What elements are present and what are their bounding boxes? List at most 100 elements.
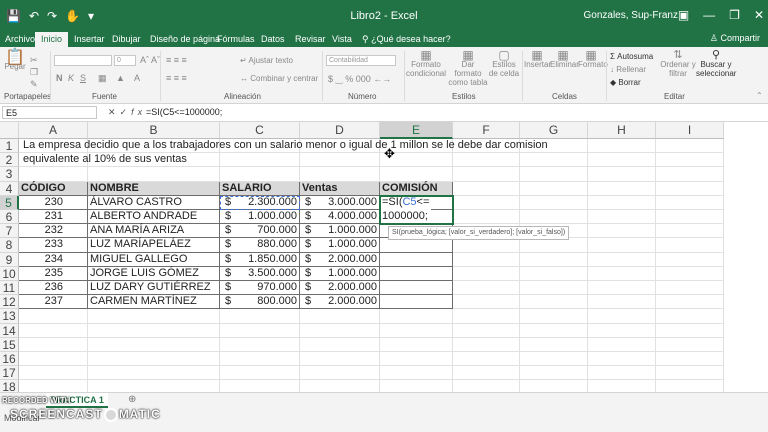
- grid-cell[interactable]: [656, 252, 724, 267]
- grid-cell[interactable]: [588, 309, 656, 324]
- user-name[interactable]: Gonzales, Sup-Franz: [584, 10, 679, 21]
- grid-cell[interactable]: [588, 252, 656, 267]
- insert-cells-button[interactable]: ▦ Insertar: [524, 49, 551, 69]
- grid-cell[interactable]: [380, 323, 453, 338]
- code-cell[interactable]: 237: [19, 295, 88, 310]
- grid-cell[interactable]: [220, 309, 300, 324]
- code-cell[interactable]: 231: [19, 210, 88, 225]
- grid-cell[interactable]: [380, 337, 453, 352]
- row-header-13[interactable]: 13: [0, 309, 19, 324]
- code-cell[interactable]: 230: [19, 195, 88, 210]
- maximize-icon[interactable]: ❐: [729, 8, 740, 22]
- row-header-12[interactable]: 12: [0, 295, 19, 310]
- grid-cell[interactable]: [300, 309, 380, 324]
- grid-cell[interactable]: [300, 366, 380, 381]
- code-cell[interactable]: 232: [19, 224, 88, 239]
- grid-cell[interactable]: [588, 139, 656, 154]
- salary-cell[interactable]: $970.000: [220, 281, 300, 296]
- grid-cell[interactable]: [380, 309, 453, 324]
- grid-cell[interactable]: [520, 337, 588, 352]
- grid-cell[interactable]: [88, 337, 220, 352]
- row-header-16[interactable]: 16: [0, 352, 19, 367]
- commission-cell[interactable]: [380, 295, 453, 310]
- tab-revisar[interactable]: Revisar: [295, 34, 326, 44]
- salary-cell[interactable]: $1.850.000: [220, 252, 300, 267]
- italic-button[interactable]: K: [68, 73, 74, 83]
- grid-cell[interactable]: [656, 238, 724, 253]
- add-sheet-icon[interactable]: ⊕: [128, 394, 136, 405]
- share-button[interactable]: ♙ Compartir: [710, 33, 760, 44]
- grid-cell[interactable]: [588, 238, 656, 253]
- clear-button[interactable]: ◆ Borrar: [610, 78, 641, 87]
- grid-cell[interactable]: [88, 323, 220, 338]
- paste-button[interactable]: 📋 Pegar: [4, 50, 26, 72]
- format-cells-button[interactable]: ▦ Formato: [578, 49, 608, 69]
- grid-cell[interactable]: [656, 224, 724, 239]
- code-cell[interactable]: 236: [19, 281, 88, 296]
- grid-cell[interactable]: [19, 167, 88, 182]
- commission-cell[interactable]: [380, 238, 453, 253]
- grid-cell[interactable]: [656, 366, 724, 381]
- minimize-icon[interactable]: —: [703, 8, 715, 22]
- grid-cell[interactable]: [588, 380, 656, 392]
- grid-cell[interactable]: [656, 181, 724, 196]
- collapse-ribbon-icon[interactable]: ⌃: [756, 91, 763, 100]
- wrap-text-button[interactable]: ↵ Ajustar texto: [240, 56, 293, 65]
- column-header-f[interactable]: F: [453, 122, 520, 139]
- formula-bar-icons[interactable]: ✕✓fx: [108, 107, 146, 118]
- grid-cell[interactable]: [453, 366, 520, 381]
- grid-cell[interactable]: [656, 281, 724, 296]
- grid-cell[interactable]: [88, 366, 220, 381]
- close-icon[interactable]: ✕: [754, 8, 764, 22]
- code-cell[interactable]: 234: [19, 252, 88, 267]
- grid-cell[interactable]: [453, 337, 520, 352]
- grid-cell[interactable]: [453, 210, 520, 225]
- column-header-d[interactable]: D: [300, 122, 380, 139]
- grid-cell[interactable]: [656, 323, 724, 338]
- grid-cell[interactable]: [656, 352, 724, 367]
- format-as-table-button[interactable]: ▦ Dar formato como tabla: [448, 49, 488, 87]
- grid-cell[interactable]: [380, 366, 453, 381]
- grid-cell[interactable]: [520, 238, 588, 253]
- grid-cell[interactable]: [588, 337, 656, 352]
- grid-cell[interactable]: [656, 210, 724, 225]
- grid-cell[interactable]: [300, 323, 380, 338]
- grid-cell[interactable]: [19, 366, 88, 381]
- grid-cell[interactable]: [453, 195, 520, 210]
- number-format-icons[interactable]: $ ‿ % 000 ←→: [328, 74, 391, 85]
- merge-center-button[interactable]: ↔ Combinar y centrar: [240, 74, 318, 83]
- grid-cell[interactable]: [453, 281, 520, 296]
- align-top-icon[interactable]: ≡ ≡ ≡: [166, 55, 187, 65]
- grid-cell[interactable]: [520, 309, 588, 324]
- column-header-c[interactable]: C: [220, 122, 300, 139]
- sales-cell[interactable]: $1.000.000: [300, 238, 380, 253]
- grid-cell[interactable]: [520, 323, 588, 338]
- grid-cell[interactable]: [220, 352, 300, 367]
- column-title-3[interactable]: Ventas: [300, 181, 380, 196]
- align-left-icon[interactable]: ≡ ≡ ≡: [166, 73, 187, 83]
- grid-cell[interactable]: [380, 352, 453, 367]
- worksheet-grid[interactable]: A B C D E F G H I 1 2 3 4 5 6 7 8 9 10 11 12 13 14 15 16 17 18 La e…: [0, 122, 768, 392]
- grid-cell[interactable]: [88, 380, 220, 392]
- row-header-2[interactable]: 2: [0, 153, 19, 168]
- grid-cell[interactable]: [220, 323, 300, 338]
- name-cell[interactable]: ÁLVARO CASTRO: [88, 195, 220, 210]
- grid-cell[interactable]: [380, 380, 453, 392]
- row-header-17[interactable]: 17: [0, 366, 19, 381]
- grid-cell[interactable]: [588, 195, 656, 210]
- column-header-g[interactable]: G: [520, 122, 588, 139]
- grid-cell[interactable]: [453, 238, 520, 253]
- intro-text-line2[interactable]: equivalente al 10% de sus ventas: [19, 153, 189, 167]
- row-header-11[interactable]: 11: [0, 281, 19, 296]
- commission-cell[interactable]: [380, 281, 453, 296]
- code-cell[interactable]: 235: [19, 266, 88, 281]
- grid-cell[interactable]: [19, 323, 88, 338]
- select-all-corner[interactable]: [0, 122, 19, 139]
- grid-cell[interactable]: [588, 352, 656, 367]
- font-color-icon[interactable]: A: [134, 73, 140, 83]
- grid-cell[interactable]: [656, 266, 724, 281]
- editing-formula[interactable]: =SI(C5<=: [380, 195, 432, 210]
- grid-cell[interactable]: [588, 281, 656, 296]
- row-header-9[interactable]: 9: [0, 252, 19, 267]
- grid-cell[interactable]: [588, 366, 656, 381]
